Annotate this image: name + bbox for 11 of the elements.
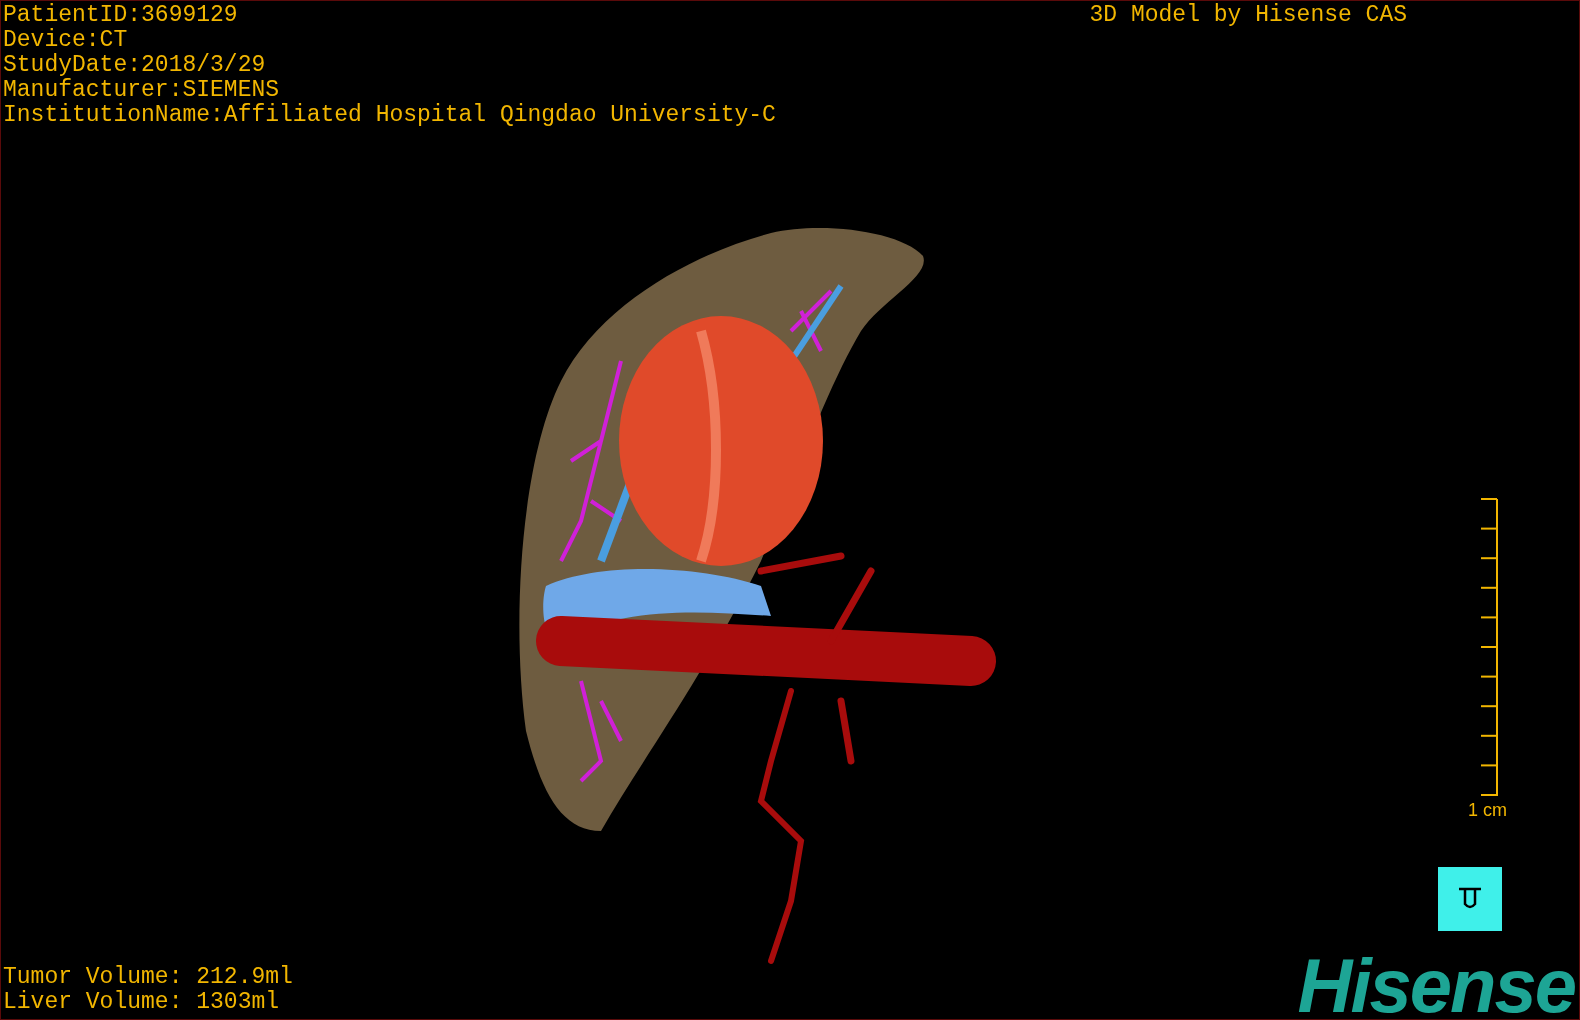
study-info-text: Manufacturer:SIEMENS <box>3 78 281 103</box>
study-info-text: InstitutionName:Affiliated Hospital Qingdao University-C <box>3 103 776 128</box>
volume-text: Tumor Volume: 212.9ml <box>3 965 293 990</box>
scale-label: 1 cm <box>1468 800 1507 820</box>
study-info-text: Device:CT <box>3 28 129 53</box>
orientation-cube-icon[interactable] <box>1438 867 1502 931</box>
volume-text: Liver Volume: 1303ml <box>3 990 281 1015</box>
viewer-title: 3D Model by Hisense CAS <box>1089 3 1407 28</box>
logo: Hisense <box>1297 953 1576 1019</box>
study-info-text: PatientID:3699129 <box>3 3 239 28</box>
study-info-text: StudyDate:2018/3/29 <box>3 53 267 78</box>
